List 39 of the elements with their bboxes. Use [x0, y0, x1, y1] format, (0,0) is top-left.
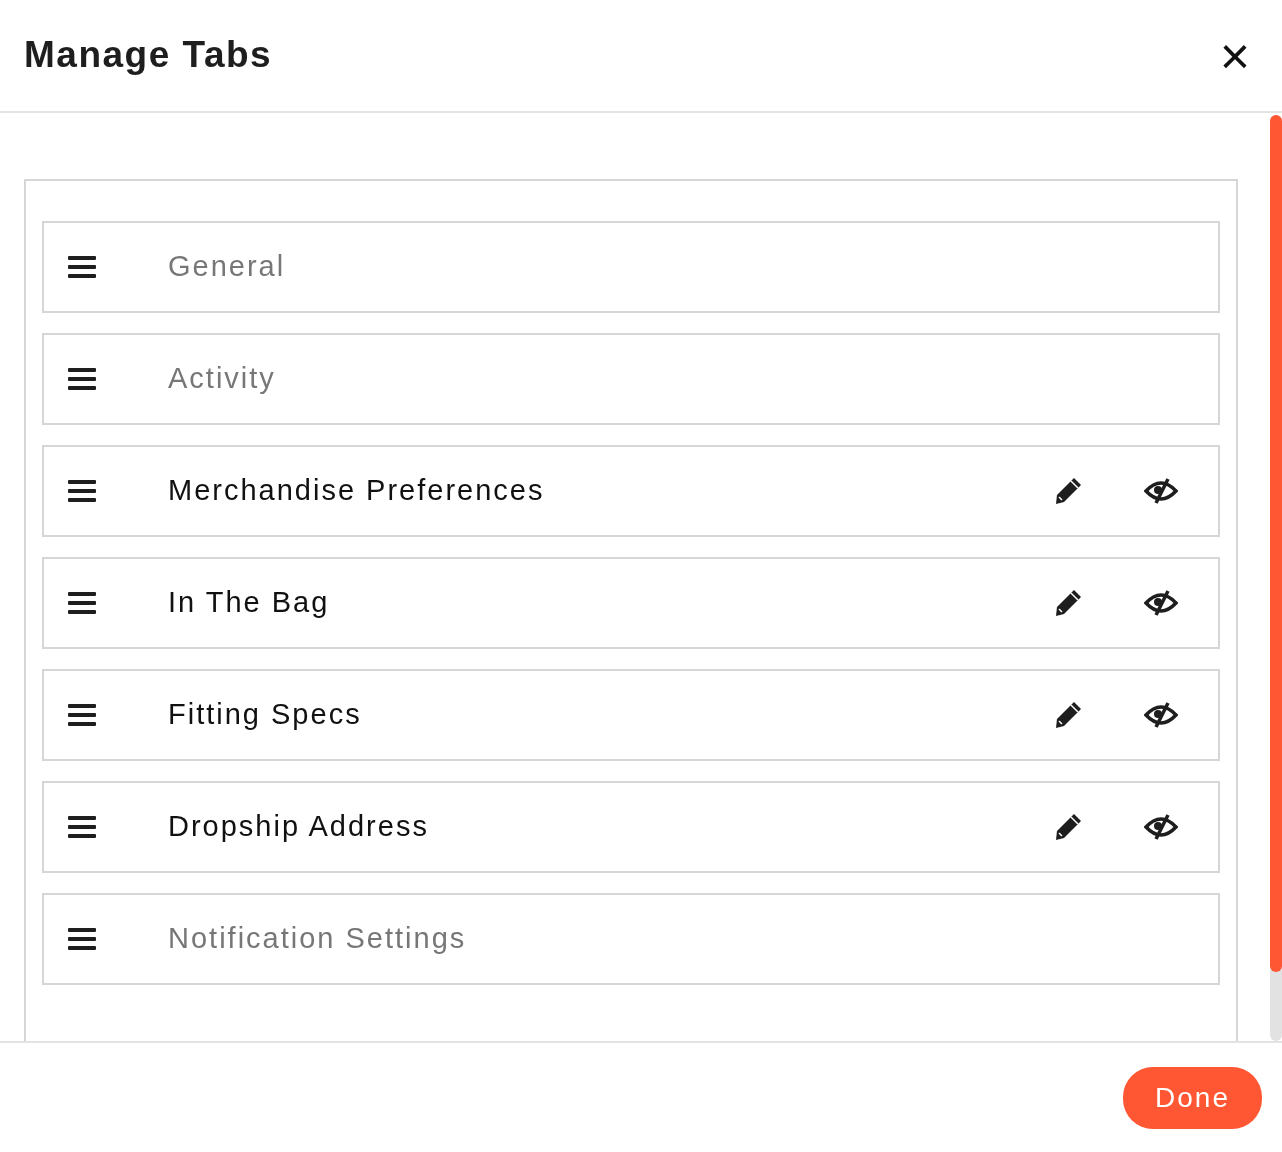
tab-row[interactable]: Fitting Specs: [42, 669, 1220, 761]
tab-label: Merchandise Preferences: [168, 473, 546, 509]
edit-button[interactable]: [1054, 813, 1082, 841]
pencil-icon: [1054, 589, 1082, 617]
edit-button[interactable]: [1054, 589, 1082, 617]
tab-label: Notification Settings: [168, 921, 468, 957]
tab-row[interactable]: Notification Settings: [42, 893, 1220, 985]
eye-slash-icon: [1144, 478, 1178, 504]
edit-button[interactable]: [1054, 701, 1082, 729]
tab-label: General: [168, 249, 287, 285]
drag-handle-icon[interactable]: [68, 927, 96, 951]
drag-handle-icon[interactable]: [68, 703, 96, 727]
tab-label: In The Bag: [168, 585, 331, 621]
tab-row[interactable]: General: [42, 221, 1220, 313]
drag-handle-icon[interactable]: [68, 255, 96, 279]
pencil-icon: [1054, 701, 1082, 729]
hide-button[interactable]: [1144, 590, 1178, 616]
tab-row[interactable]: Activity: [42, 333, 1220, 425]
tab-label: Dropship Address: [168, 809, 430, 845]
edit-button[interactable]: [1054, 477, 1082, 505]
pencil-icon: [1054, 477, 1082, 505]
tab-row[interactable]: Merchandise Preferences: [42, 445, 1220, 537]
tab-label: Fitting Specs: [168, 697, 363, 733]
drag-handle-icon[interactable]: [68, 815, 96, 839]
eye-slash-icon: [1144, 590, 1178, 616]
drag-handle-icon[interactable]: [68, 591, 96, 615]
eye-slash-icon: [1144, 702, 1178, 728]
drag-handle-icon[interactable]: [68, 479, 96, 503]
hide-button[interactable]: [1144, 702, 1178, 728]
eye-slash-icon: [1144, 814, 1178, 840]
tab-row[interactable]: Dropship Address: [42, 781, 1220, 873]
dialog-title: Manage Tabs: [24, 33, 273, 78]
hide-button[interactable]: [1144, 478, 1178, 504]
drag-handle-icon[interactable]: [68, 367, 96, 391]
hide-button[interactable]: [1144, 814, 1178, 840]
tab-row[interactable]: In The Bag: [42, 557, 1220, 649]
tab-label: Activity: [168, 361, 277, 397]
pencil-icon: [1054, 813, 1082, 841]
close-button[interactable]: ×: [1211, 29, 1258, 82]
